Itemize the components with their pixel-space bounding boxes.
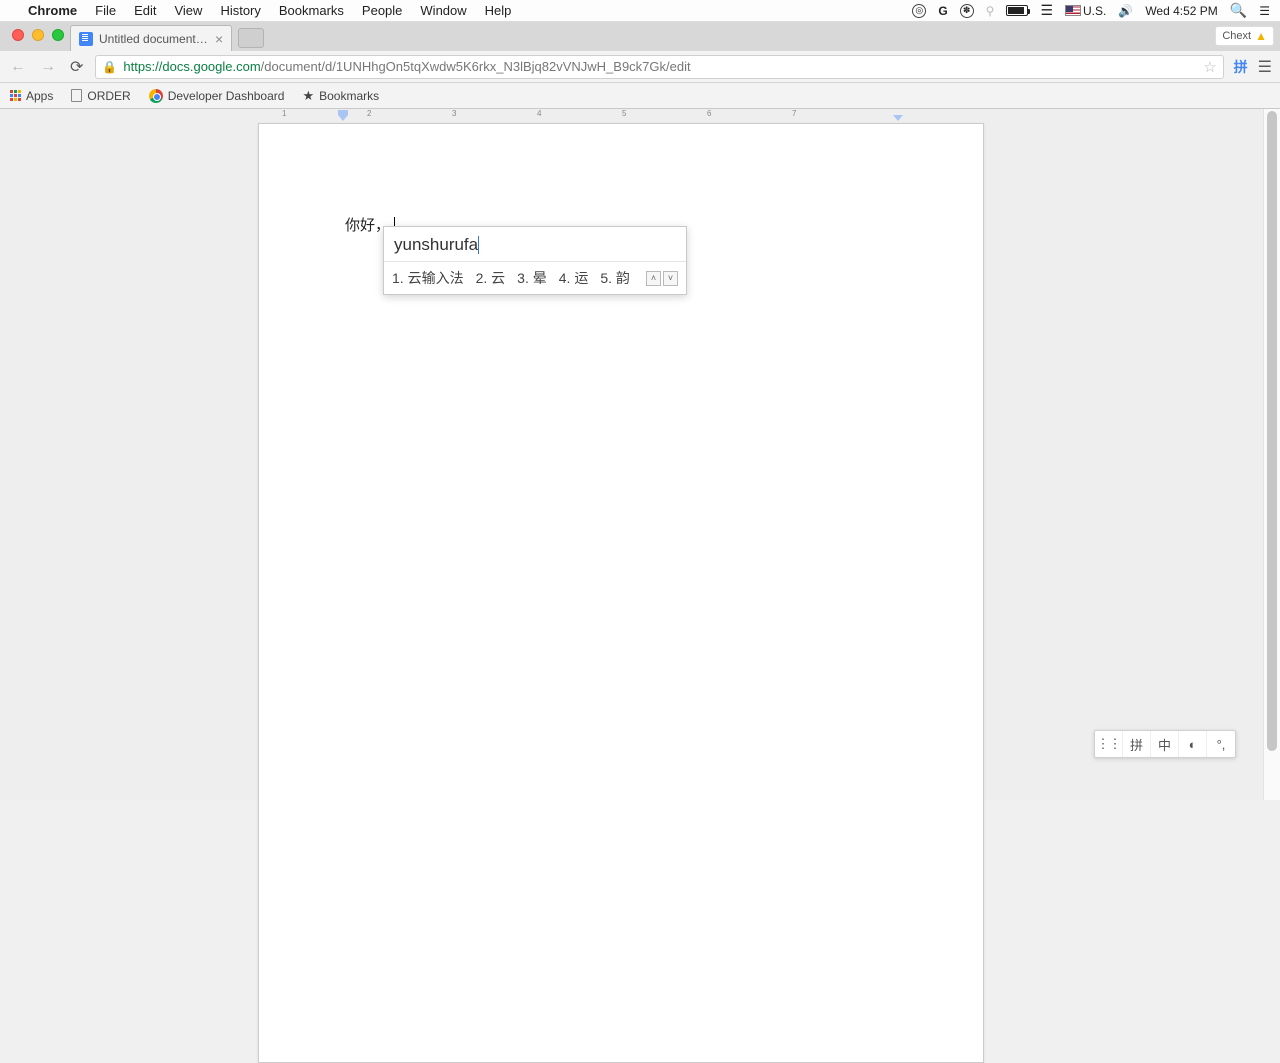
app-name[interactable]: Chrome	[28, 3, 77, 18]
ruler-num: 7	[792, 109, 796, 118]
file-icon	[71, 89, 82, 102]
ime-candidate-5[interactable]: 5. 韵	[600, 268, 630, 288]
forward-button[interactable]: →	[38, 58, 58, 76]
ime-cursor	[478, 236, 479, 254]
bookmark-bookmarks[interactable]: ★ Bookmarks	[302, 88, 379, 104]
browser-tab[interactable]: Untitled document - Googl ×	[70, 25, 232, 51]
drag-handle-icon[interactable]: ⋮⋮	[1095, 731, 1123, 757]
address-bar[interactable]: 🔒 https://docs.google.com/document/d/1UN…	[95, 55, 1223, 79]
ime-candidate-3[interactable]: 3. 晕	[517, 268, 547, 288]
ruler-num: 6	[707, 109, 711, 118]
notifications-icon[interactable]: ☰	[1259, 4, 1270, 18]
ime-page-up-button[interactable]: ˄	[646, 271, 661, 286]
input-source-label: U.S.	[1083, 4, 1106, 18]
ime-mode-chinese[interactable]: 中	[1151, 731, 1179, 757]
ime-moon-icon[interactable]: ◐	[1179, 731, 1207, 757]
ime-toolbar[interactable]: ⋮⋮ 拼 中 ◐ °,	[1094, 730, 1236, 758]
input-source[interactable]: U.S.	[1065, 4, 1106, 18]
tab-strip: Untitled document - Googl × Chext ▲	[0, 22, 1280, 51]
ruler-num: 5	[622, 109, 626, 118]
docs-favicon-icon	[79, 32, 93, 46]
volume-icon[interactable]: 🔊	[1118, 4, 1133, 18]
ime-candidate-2[interactable]: 2. 云	[476, 268, 506, 288]
back-button[interactable]: ←	[8, 58, 28, 76]
extension-pinyin-icon[interactable]: 拼	[1234, 57, 1248, 77]
menu-people[interactable]: People	[362, 3, 402, 18]
vertical-scrollbar[interactable]	[1263, 109, 1280, 800]
bookmark-label: Bookmarks	[319, 89, 379, 103]
bookmark-label: Developer Dashboard	[168, 89, 285, 103]
window-controls	[8, 22, 70, 51]
flag-icon	[1065, 5, 1081, 16]
menu-view[interactable]: View	[174, 3, 202, 18]
minimize-window-button[interactable]	[32, 29, 44, 41]
apps-icon	[10, 90, 21, 101]
indent-marker-right[interactable]	[893, 115, 903, 121]
lock-icon: 🔒	[102, 60, 117, 74]
document-viewport: 1 2 3 4 5 6 7 你好，	[0, 109, 1263, 800]
new-tab-button[interactable]	[238, 28, 264, 48]
ime-punct-icon[interactable]: °,	[1207, 731, 1235, 757]
ime-candidate-4[interactable]: 4. 运	[559, 268, 589, 288]
mac-menubar: Chrome File Edit View History Bookmarks …	[0, 0, 1280, 22]
status-g-icon[interactable]: G	[938, 4, 947, 18]
ime-candidate-list: 1. 云输入法 2. 云 3. 晕 4. 运 5. 韵 ˄ ˅	[384, 261, 686, 294]
reload-button[interactable]: ⟳	[68, 57, 85, 77]
bookmark-star-icon[interactable]: ☆	[1203, 58, 1216, 76]
horizontal-ruler[interactable]: 1 2 3 4 5 6 7	[0, 109, 1263, 123]
chrome-icon	[149, 89, 163, 103]
menu-edit[interactable]: Edit	[134, 3, 156, 18]
bluetooth-icon[interactable]: ⚲	[986, 4, 995, 18]
menu-file[interactable]: File	[95, 3, 116, 18]
menu-window[interactable]: Window	[420, 3, 466, 18]
ime-composition: yunshurufa	[384, 227, 686, 261]
wifi-icon[interactable]: ☰	[1040, 2, 1053, 19]
menu-bookmarks[interactable]: Bookmarks	[279, 3, 344, 18]
ime-candidate-1[interactable]: 1. 云输入法	[392, 268, 464, 288]
extension-badge[interactable]: Chext ▲	[1215, 26, 1274, 46]
ime-page-down-button[interactable]: ˅	[663, 271, 678, 286]
clock[interactable]: Wed 4:52 PM	[1145, 4, 1217, 18]
ruler-num: 4	[537, 109, 541, 118]
ime-popup: yunshurufa 1. 云输入法 2. 云 3. 晕 4. 运 5. 韵 ˄…	[383, 226, 687, 295]
apps-shortcut[interactable]: Apps	[10, 89, 53, 103]
scrollbar-thumb[interactable]	[1267, 111, 1277, 751]
menu-history[interactable]: History	[220, 3, 260, 18]
tab-title: Untitled document - Googl	[99, 32, 209, 46]
bookmarks-bar: Apps ORDER Developer Dashboard ★ Bookmar…	[0, 83, 1280, 109]
ext-badge-label: Chext	[1222, 30, 1251, 42]
ruler-num: 1	[282, 109, 286, 118]
menu-help[interactable]: Help	[485, 3, 512, 18]
chrome-menu-button[interactable]: ☰	[1258, 57, 1272, 77]
spotlight-icon[interactable]: 🔍	[1230, 2, 1247, 19]
warning-icon: ▲	[1255, 29, 1267, 43]
bookmark-label: ORDER	[87, 89, 130, 103]
bookmark-dev-dashboard[interactable]: Developer Dashboard	[149, 89, 285, 103]
close-tab-button[interactable]: ×	[215, 31, 223, 47]
status-circle-icon[interactable]: ◎	[912, 4, 926, 18]
indent-marker-left[interactable]	[338, 115, 348, 121]
zoom-window-button[interactable]	[52, 29, 64, 41]
star-icon: ★	[302, 88, 314, 104]
ime-page-nav: ˄ ˅	[646, 271, 678, 286]
ruler-num: 3	[452, 109, 456, 118]
url-text: https://docs.google.com/document/d/1UNHh…	[123, 59, 690, 74]
bookmark-order[interactable]: ORDER	[71, 89, 130, 103]
apps-label: Apps	[26, 89, 53, 103]
close-window-button[interactable]	[12, 29, 24, 41]
battery-icon[interactable]	[1006, 5, 1028, 16]
ruler-num: 2	[367, 109, 371, 118]
accessibility-icon[interactable]: ✽	[960, 4, 974, 18]
ime-mode-pinyin[interactable]: 拼	[1123, 731, 1151, 757]
toolbar: ← → ⟳ 🔒 https://docs.google.com/document…	[0, 51, 1280, 83]
